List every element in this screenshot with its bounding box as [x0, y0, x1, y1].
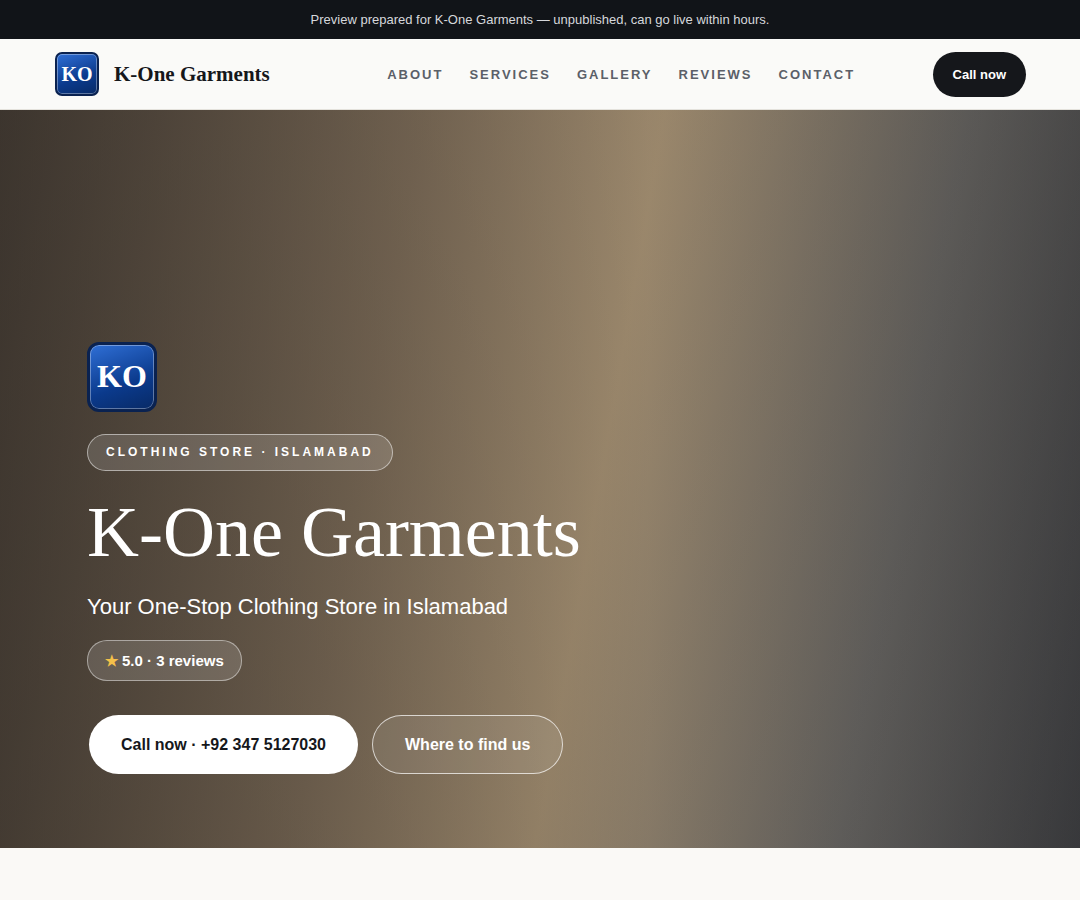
nav-link[interactable]: REVIEWS	[679, 67, 753, 82]
page-section	[0, 848, 1080, 900]
rating-pill: ★5.0 · 3 reviews	[87, 640, 242, 681]
nav-link[interactable]: ABOUT	[387, 67, 443, 82]
main-nav: ABOUT SERVICES GALLERY REVIEWS CONTACT	[387, 67, 855, 82]
hero-title: K-One Garments	[87, 493, 581, 572]
hero-subtitle: Your One-Stop Clothing Store in Islamaba…	[87, 594, 508, 620]
rating-label: 5.0 · 3 reviews	[122, 652, 224, 669]
call-button[interactable]: Call now · +92 347 5127030	[89, 715, 358, 774]
site-header: KO K-One Garments ABOUT SERVICES GALLERY REVI…	[0, 39, 1080, 110]
hero-actions: Call now · +92 347 5127030Where to find …	[87, 715, 563, 774]
hero-logo: KO	[87, 342, 157, 412]
logo: KO	[55, 52, 99, 96]
nav-link[interactable]: SERVICES	[469, 67, 551, 82]
nav-link[interactable]: GALLERY	[577, 67, 653, 82]
star-icon: ★	[105, 652, 118, 670]
nav-link[interactable]: CONTACT	[779, 67, 856, 82]
directions-button[interactable]: Where to find us	[372, 715, 563, 774]
call-now-button[interactable]: Call now	[933, 52, 1026, 97]
hero: KO CLOTHING STORE · ISLAMABAD K-One Garmen…	[0, 110, 1080, 848]
preview-banner: Preview prepared for K-One Garments — un…	[0, 0, 1080, 39]
brand-name: K-One Garments	[114, 62, 270, 87]
category-badge: CLOTHING STORE · ISLAMABAD	[87, 434, 393, 471]
brand[interactable]: KO K-One Garments	[55, 52, 270, 96]
